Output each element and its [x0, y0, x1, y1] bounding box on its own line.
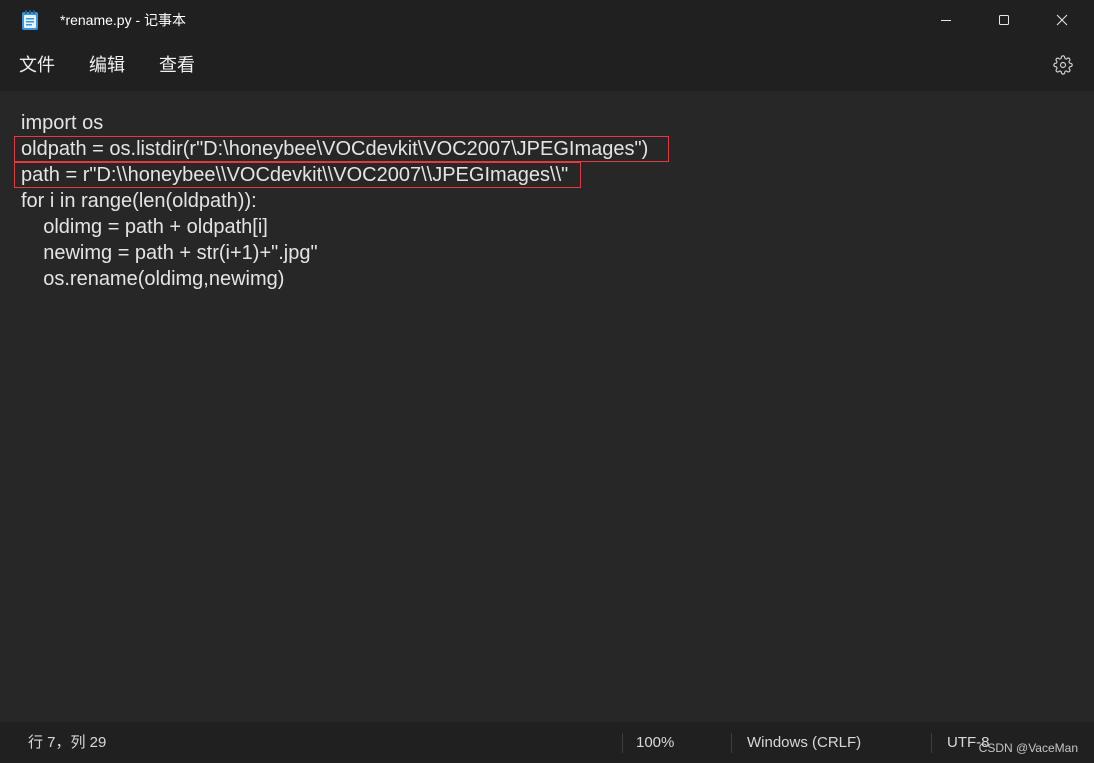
close-icon — [1056, 14, 1068, 26]
red-annotation-box: path = r"D:\\honeybee\\VOCdevkit\\VOC200… — [14, 162, 582, 188]
window-title: *rename.py - 记事本 — [60, 12, 187, 28]
code-line-1[interactable]: import os — [21, 110, 1094, 136]
menu-file[interactable]: 文件 — [2, 40, 72, 90]
menu-items: 文件 编辑 查看 — [2, 40, 212, 90]
code-line-4[interactable]: for i in range(len(oldpath)): — [21, 188, 1094, 214]
red-annotation-box: oldpath = os.listdir(r"D:\honeybee\VOCde… — [14, 136, 670, 162]
status-separator — [731, 733, 732, 753]
status-separator — [931, 733, 932, 753]
watermark: CSDN @VaceMan — [978, 741, 1078, 755]
minimize-button[interactable] — [917, 0, 975, 40]
text-editor[interactable]: import os oldpath = os.listdir(r"D:\hone… — [0, 91, 1094, 722]
notepad-icon — [22, 10, 38, 30]
gear-icon — [1053, 55, 1073, 75]
title-bar[interactable]: *rename.py - 记事本 — [0, 0, 1094, 40]
close-button[interactable] — [1033, 0, 1091, 40]
line-ending: Windows (CRLF) — [747, 734, 862, 751]
status-bar: 行 7，列 29 100% Windows (CRLF) UTF-8 CSDN … — [0, 722, 1094, 763]
cursor-position: 行 7，列 29 — [28, 734, 107, 751]
settings-button[interactable] — [1053, 55, 1073, 75]
code-line-5[interactable]: oldimg = path + oldpath[i] — [21, 214, 1094, 240]
menu-view[interactable]: 查看 — [142, 40, 212, 90]
maximize-button[interactable] — [975, 0, 1033, 40]
code-line-6[interactable]: newimg = path + str(i+1)+".jpg" — [21, 240, 1094, 266]
code-line-7[interactable]: os.rename(oldimg,newimg) — [21, 266, 1094, 292]
minimize-icon — [940, 14, 952, 26]
zoom-level: 100% — [636, 734, 675, 751]
menu-edit[interactable]: 编辑 — [72, 40, 142, 90]
status-separator — [622, 733, 623, 753]
window-controls — [917, 0, 1091, 40]
notepad-window: *rename.py - 记事本 文件 编辑 查看 import os oldp… — [0, 0, 1094, 763]
code-line-3[interactable]: path = r"D:\\honeybee\\VOCdevkit\\VOC200… — [14, 162, 1094, 188]
maximize-icon — [998, 14, 1010, 26]
code-line-2[interactable]: oldpath = os.listdir(r"D:\honeybee\VOCde… — [14, 136, 1094, 162]
menu-bar: 文件 编辑 查看 — [0, 40, 1094, 90]
